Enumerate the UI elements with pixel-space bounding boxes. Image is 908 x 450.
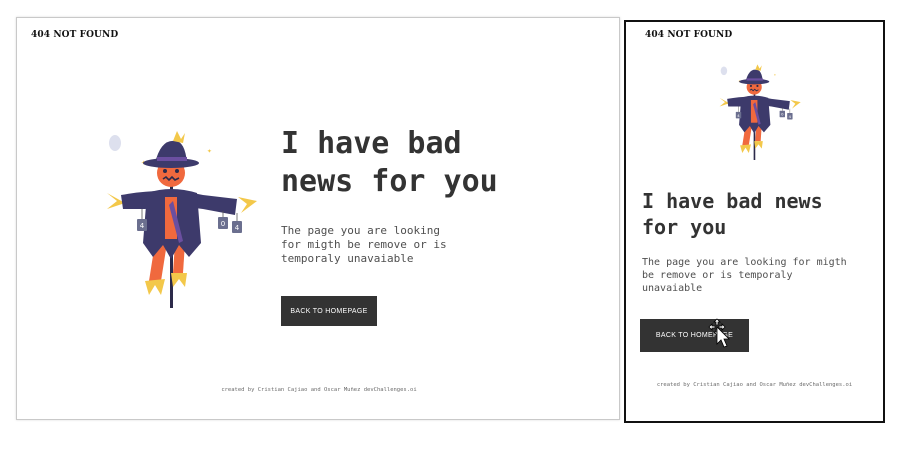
error-description: The page you are looking for migth be re…	[281, 224, 447, 265]
back-to-homepage-button[interactable]: BACK TO HOMEPAGE	[640, 319, 749, 352]
desktop-view: 404 NOT FOUND ✦ ✦ ✦ •	[16, 17, 620, 420]
scarecrow-illustration: ✦ ✦ ✦ • 4 0	[107, 131, 257, 308]
page-title: I have bad news for you	[642, 189, 823, 239]
sparkle-icon: ✦	[207, 146, 212, 155]
back-to-homepage-button[interactable]: BACK TO HOMEPAGE	[281, 296, 377, 326]
error-description: The page you are looking for migth be re…	[642, 257, 847, 294]
tag-label: 4	[140, 222, 145, 230]
moon-icon	[109, 135, 121, 151]
footer-credits: created by Cristian Cajiao and Oscar Muñ…	[656, 382, 853, 388]
page-title: I have bad news for you	[281, 126, 498, 199]
sparkle-icon: ✦	[774, 73, 777, 78]
mobile-view: 404 NOT FOUND ✦ ✦ ✦ 4 0 4 I have bad	[624, 20, 885, 423]
footer-credits: created by Cristian Cajiao and Oscar Muñ…	[221, 387, 417, 393]
brand-logo[interactable]: 404 NOT FOUND	[31, 30, 118, 40]
brand-logo[interactable]: 404 NOT FOUND	[645, 30, 732, 40]
scarecrow-illustration: ✦ ✦ ✦ 4 0 4	[719, 64, 801, 160]
moon-icon	[720, 66, 728, 76]
tag-label: 4	[235, 224, 240, 232]
move-cursor-icon	[708, 318, 730, 348]
tag-label: 0	[221, 220, 225, 228]
